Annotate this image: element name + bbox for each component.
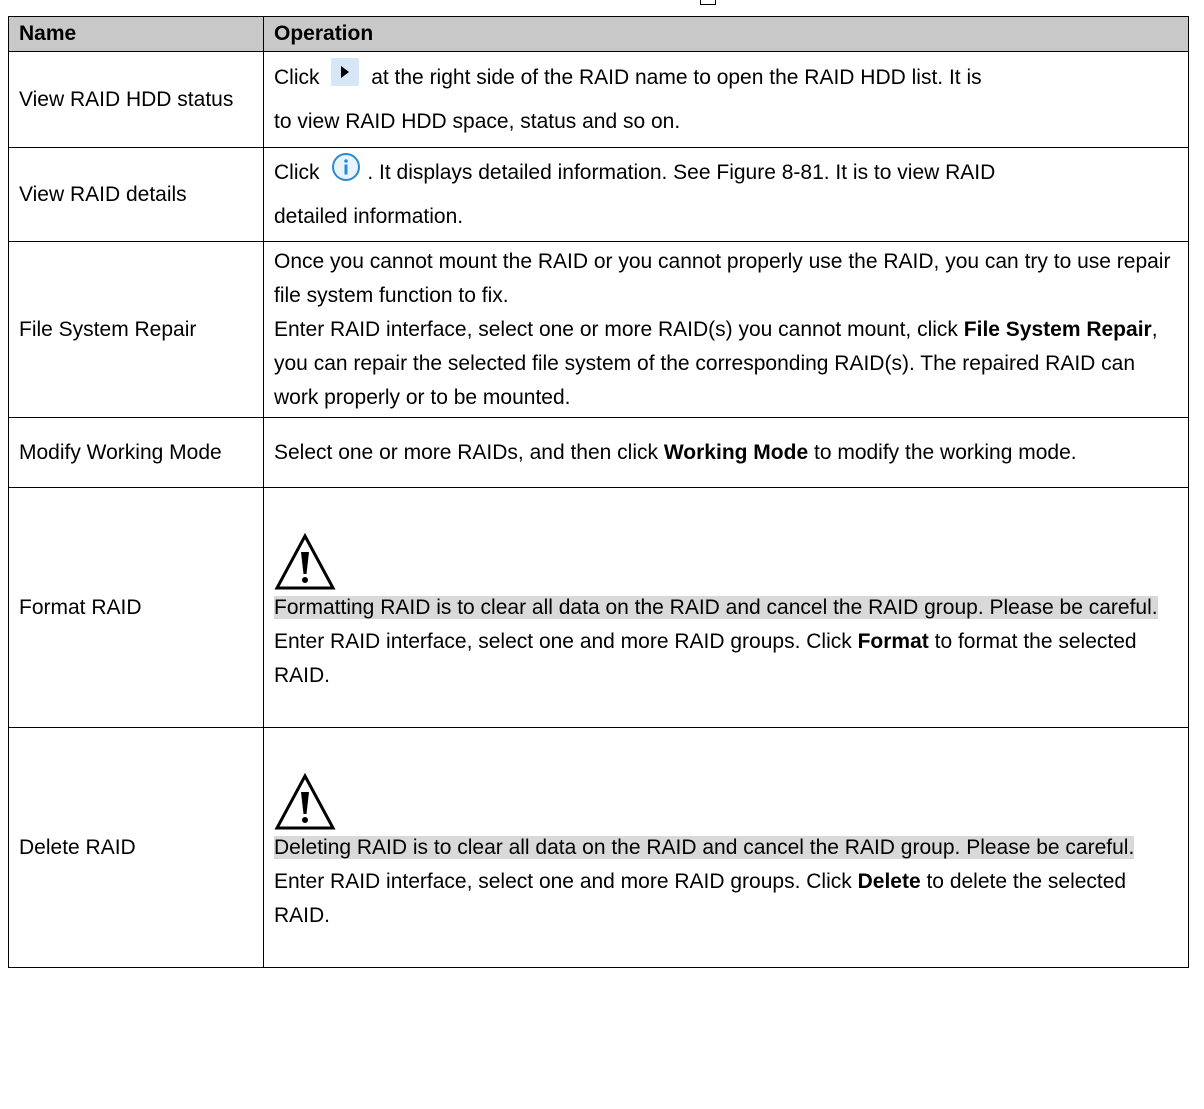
play-arrow-icon	[331, 57, 360, 86]
warning-icon	[274, 772, 336, 829]
warning-text: Deleting RAID is to clear all data on th…	[274, 835, 1135, 859]
table-header-row: Name Operation	[8, 16, 1189, 52]
info-icon	[332, 152, 361, 181]
table-row: Delete RAID Deleting RAID is to clear al…	[8, 727, 1189, 968]
document-page: Name Operation View RAID HDD status Clic…	[0, 0, 1204, 1109]
row-name: Delete RAID	[8, 727, 264, 968]
row-operation: Formatting RAID is to clear all data on …	[263, 487, 1189, 728]
row-name: File System Repair	[8, 241, 264, 418]
header-operation: Operation	[263, 16, 1189, 52]
row-name: View RAID HDD status	[8, 51, 264, 148]
table-row: View RAID details Click . It displays de…	[8, 147, 1189, 242]
row-operation: Select one or more RAIDs, and then click…	[263, 417, 1189, 488]
table-row: View RAID HDD status Click at the right …	[8, 51, 1189, 148]
row-operation: Click . It displays detailed information…	[263, 147, 1189, 242]
page-fragment	[700, 0, 716, 5]
table-row: Format RAID Formatting RAID is to clear …	[8, 487, 1189, 728]
row-name: Modify Working Mode	[8, 417, 264, 488]
row-name: Format RAID	[8, 487, 264, 728]
table-row: Modify Working Mode Select one or more R…	[8, 417, 1189, 488]
warning-icon	[274, 532, 336, 589]
table-row: File System Repair Once you cannot mount…	[8, 241, 1189, 418]
row-operation: Once you cannot mount the RAID or you ca…	[263, 241, 1189, 418]
warning-text: Formatting RAID is to clear all data on …	[274, 595, 1158, 619]
header-name: Name	[8, 16, 264, 52]
row-operation: Deleting RAID is to clear all data on th…	[263, 727, 1189, 968]
row-operation: Click at the right side of the RAID name…	[263, 51, 1189, 148]
operations-table: Name Operation View RAID HDD status Clic…	[8, 16, 1189, 968]
row-name: View RAID details	[8, 147, 264, 242]
